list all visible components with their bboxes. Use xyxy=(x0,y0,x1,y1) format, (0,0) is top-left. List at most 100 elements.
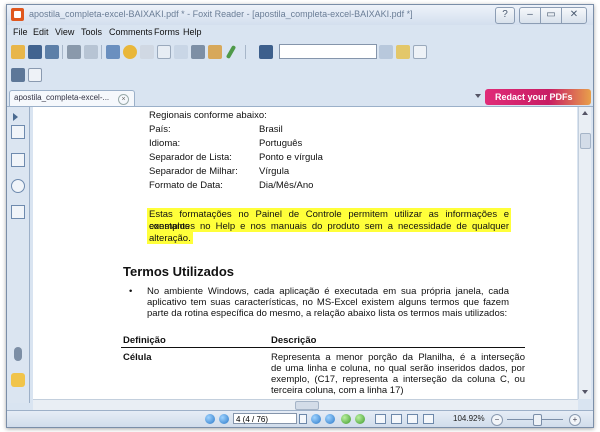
hand-select-icon[interactable] xyxy=(11,68,25,82)
menu-comments[interactable]: Comments xyxy=(109,27,153,37)
pencil-icon[interactable] xyxy=(225,44,237,60)
bullet-paragraph-line: aplicativo tem suas características, no … xyxy=(147,297,509,308)
document-tab-label: apostila_completa-excel-... xyxy=(14,93,110,102)
menu-help[interactable]: Help xyxy=(183,27,202,37)
zoom-select-icon[interactable] xyxy=(28,68,42,82)
toolbar-separator xyxy=(245,45,246,59)
previous-page-icon[interactable] xyxy=(219,414,229,424)
bookmarks-icon[interactable] xyxy=(11,153,25,167)
horizontal-scroll-thumb[interactable] xyxy=(295,401,319,410)
secondary-toolbar xyxy=(7,65,593,85)
menu-file[interactable]: File xyxy=(13,27,28,37)
comments-icon[interactable] xyxy=(11,373,25,387)
bullet-paragraph-line: No ambiente Windows, cada aplicação é ex… xyxy=(147,286,509,297)
expand-panel-icon[interactable] xyxy=(13,113,18,121)
print-icon[interactable] xyxy=(67,45,81,59)
help-button[interactable]: ? xyxy=(495,7,515,24)
window-title: apostila_completa-excel-BAIXAKI.pdf * - … xyxy=(29,9,413,19)
main-toolbar xyxy=(7,42,593,62)
table-description-line: terceira coluna, com a linha 17) xyxy=(271,385,404,396)
last-page-icon[interactable] xyxy=(325,414,335,424)
foxit-reader-window: apostila_completa-excel-BAIXAKI.pdf * - … xyxy=(6,4,594,428)
tab-close-icon[interactable]: × xyxy=(118,94,129,105)
highlighted-paragraph-line: constantes no Help e nos manuais do prod… xyxy=(149,221,509,232)
bullet-icon: • xyxy=(129,286,133,297)
minimize-button[interactable]: – xyxy=(519,7,541,24)
menu-view[interactable]: View xyxy=(55,27,74,37)
pdf-page: Regionais conforme abaixo: País: Brasil … xyxy=(33,107,577,399)
menu-edit[interactable]: Edit xyxy=(33,27,49,37)
setting-value: Português xyxy=(259,138,303,149)
layers-icon[interactable] xyxy=(11,179,25,193)
page-number-input[interactable]: 4 (4 / 76) xyxy=(233,413,297,424)
scroll-down-icon[interactable] xyxy=(582,390,588,394)
stamp-icon[interactable] xyxy=(208,45,222,59)
toolbar-separator xyxy=(101,45,102,59)
save-as-icon[interactable] xyxy=(45,45,59,59)
table-description-line: exemplo, (C17, representa a interseção d… xyxy=(271,374,525,385)
facing-pages-icon[interactable] xyxy=(407,414,418,424)
scroll-up-icon[interactable] xyxy=(582,111,588,115)
single-page-icon[interactable] xyxy=(375,414,386,424)
setting-value: Dia/Mês/Ano xyxy=(259,180,314,191)
zoom-out-icon[interactable]: − xyxy=(491,414,503,426)
setting-value: Ponto e vírgula xyxy=(259,152,323,163)
document-tab-bar: apostila_completa-excel-... × Redact you… xyxy=(7,88,593,107)
document-icon[interactable] xyxy=(413,45,427,59)
select-text-icon[interactable] xyxy=(140,45,154,59)
foxit-app-icon xyxy=(11,8,24,21)
document-tab[interactable]: apostila_completa-excel-... × xyxy=(9,90,135,106)
page-dropdown-icon[interactable] xyxy=(299,414,307,424)
binoculars-icon[interactable] xyxy=(259,45,273,59)
next-page-icon[interactable] xyxy=(311,414,321,424)
setting-label: País: xyxy=(149,124,171,135)
horizontal-scrollbar[interactable] xyxy=(33,399,578,410)
continuous-page-icon[interactable] xyxy=(391,414,402,424)
pointer-icon[interactable] xyxy=(157,45,171,59)
document-viewport[interactable]: Regionais conforme abaixo: País: Brasil … xyxy=(33,107,577,399)
toolbar-separator xyxy=(62,45,63,59)
email-icon[interactable] xyxy=(84,45,98,59)
open-folder-icon[interactable] xyxy=(11,45,25,59)
pages-icon[interactable] xyxy=(11,125,25,139)
signature-icon[interactable] xyxy=(11,205,25,219)
find-next-icon[interactable] xyxy=(396,45,410,59)
attachments-icon[interactable] xyxy=(14,347,22,361)
bullet-paragraph-line: parte da rotina específica do mesmo, a r… xyxy=(147,308,508,319)
vertical-scrollbar[interactable] xyxy=(578,107,591,399)
highlighted-paragraph-line: alteração. xyxy=(149,233,191,244)
title-bar: apostila_completa-excel-BAIXAKI.pdf * - … xyxy=(7,5,593,25)
status-bar: 4 (4 / 76) 104.92% − + xyxy=(7,410,593,427)
intro-text: Regionais conforme abaixo: xyxy=(149,110,267,121)
hand-tool-icon[interactable] xyxy=(123,45,137,59)
menu-tools[interactable]: Tools xyxy=(81,27,102,37)
maximize-button[interactable]: ▭ xyxy=(540,7,562,24)
snapshot-icon[interactable] xyxy=(174,45,188,59)
redact-pdfs-button[interactable]: Redact your PDFs xyxy=(485,89,591,105)
zoom-slider-handle[interactable] xyxy=(533,414,542,426)
menu-forms[interactable]: Forms xyxy=(154,27,180,37)
tab-list-dropdown-icon[interactable] xyxy=(475,94,481,98)
image-icon[interactable] xyxy=(191,45,205,59)
setting-value: Brasil xyxy=(259,124,283,135)
table-header-description: Descrição xyxy=(271,335,317,346)
go-forward-icon[interactable] xyxy=(355,414,365,424)
setting-label: Separador de Lista: xyxy=(149,152,232,163)
find-previous-icon[interactable] xyxy=(379,45,393,59)
table-description-line: Representa a menor porção da Planilha, é… xyxy=(271,352,525,363)
save-icon[interactable] xyxy=(28,45,42,59)
setting-value: Vírgula xyxy=(259,166,290,177)
vertical-scroll-thumb[interactable] xyxy=(580,133,591,149)
section-heading: Termos Utilizados xyxy=(123,264,235,279)
continuous-facing-icon[interactable] xyxy=(423,414,434,424)
close-window-button[interactable]: ✕ xyxy=(561,7,587,24)
screen-icon[interactable] xyxy=(106,45,120,59)
first-page-icon[interactable] xyxy=(205,414,215,424)
zoom-in-icon[interactable]: + xyxy=(569,414,581,426)
find-input[interactable] xyxy=(279,44,377,59)
table-description-line: de uma linha e coluna, no qual serão ins… xyxy=(271,363,525,374)
table-term: Célula xyxy=(123,352,152,363)
table-header-rule xyxy=(121,347,525,348)
menu-bar: File Edit View Tools Comments Forms Help xyxy=(7,26,593,40)
go-back-icon[interactable] xyxy=(341,414,351,424)
